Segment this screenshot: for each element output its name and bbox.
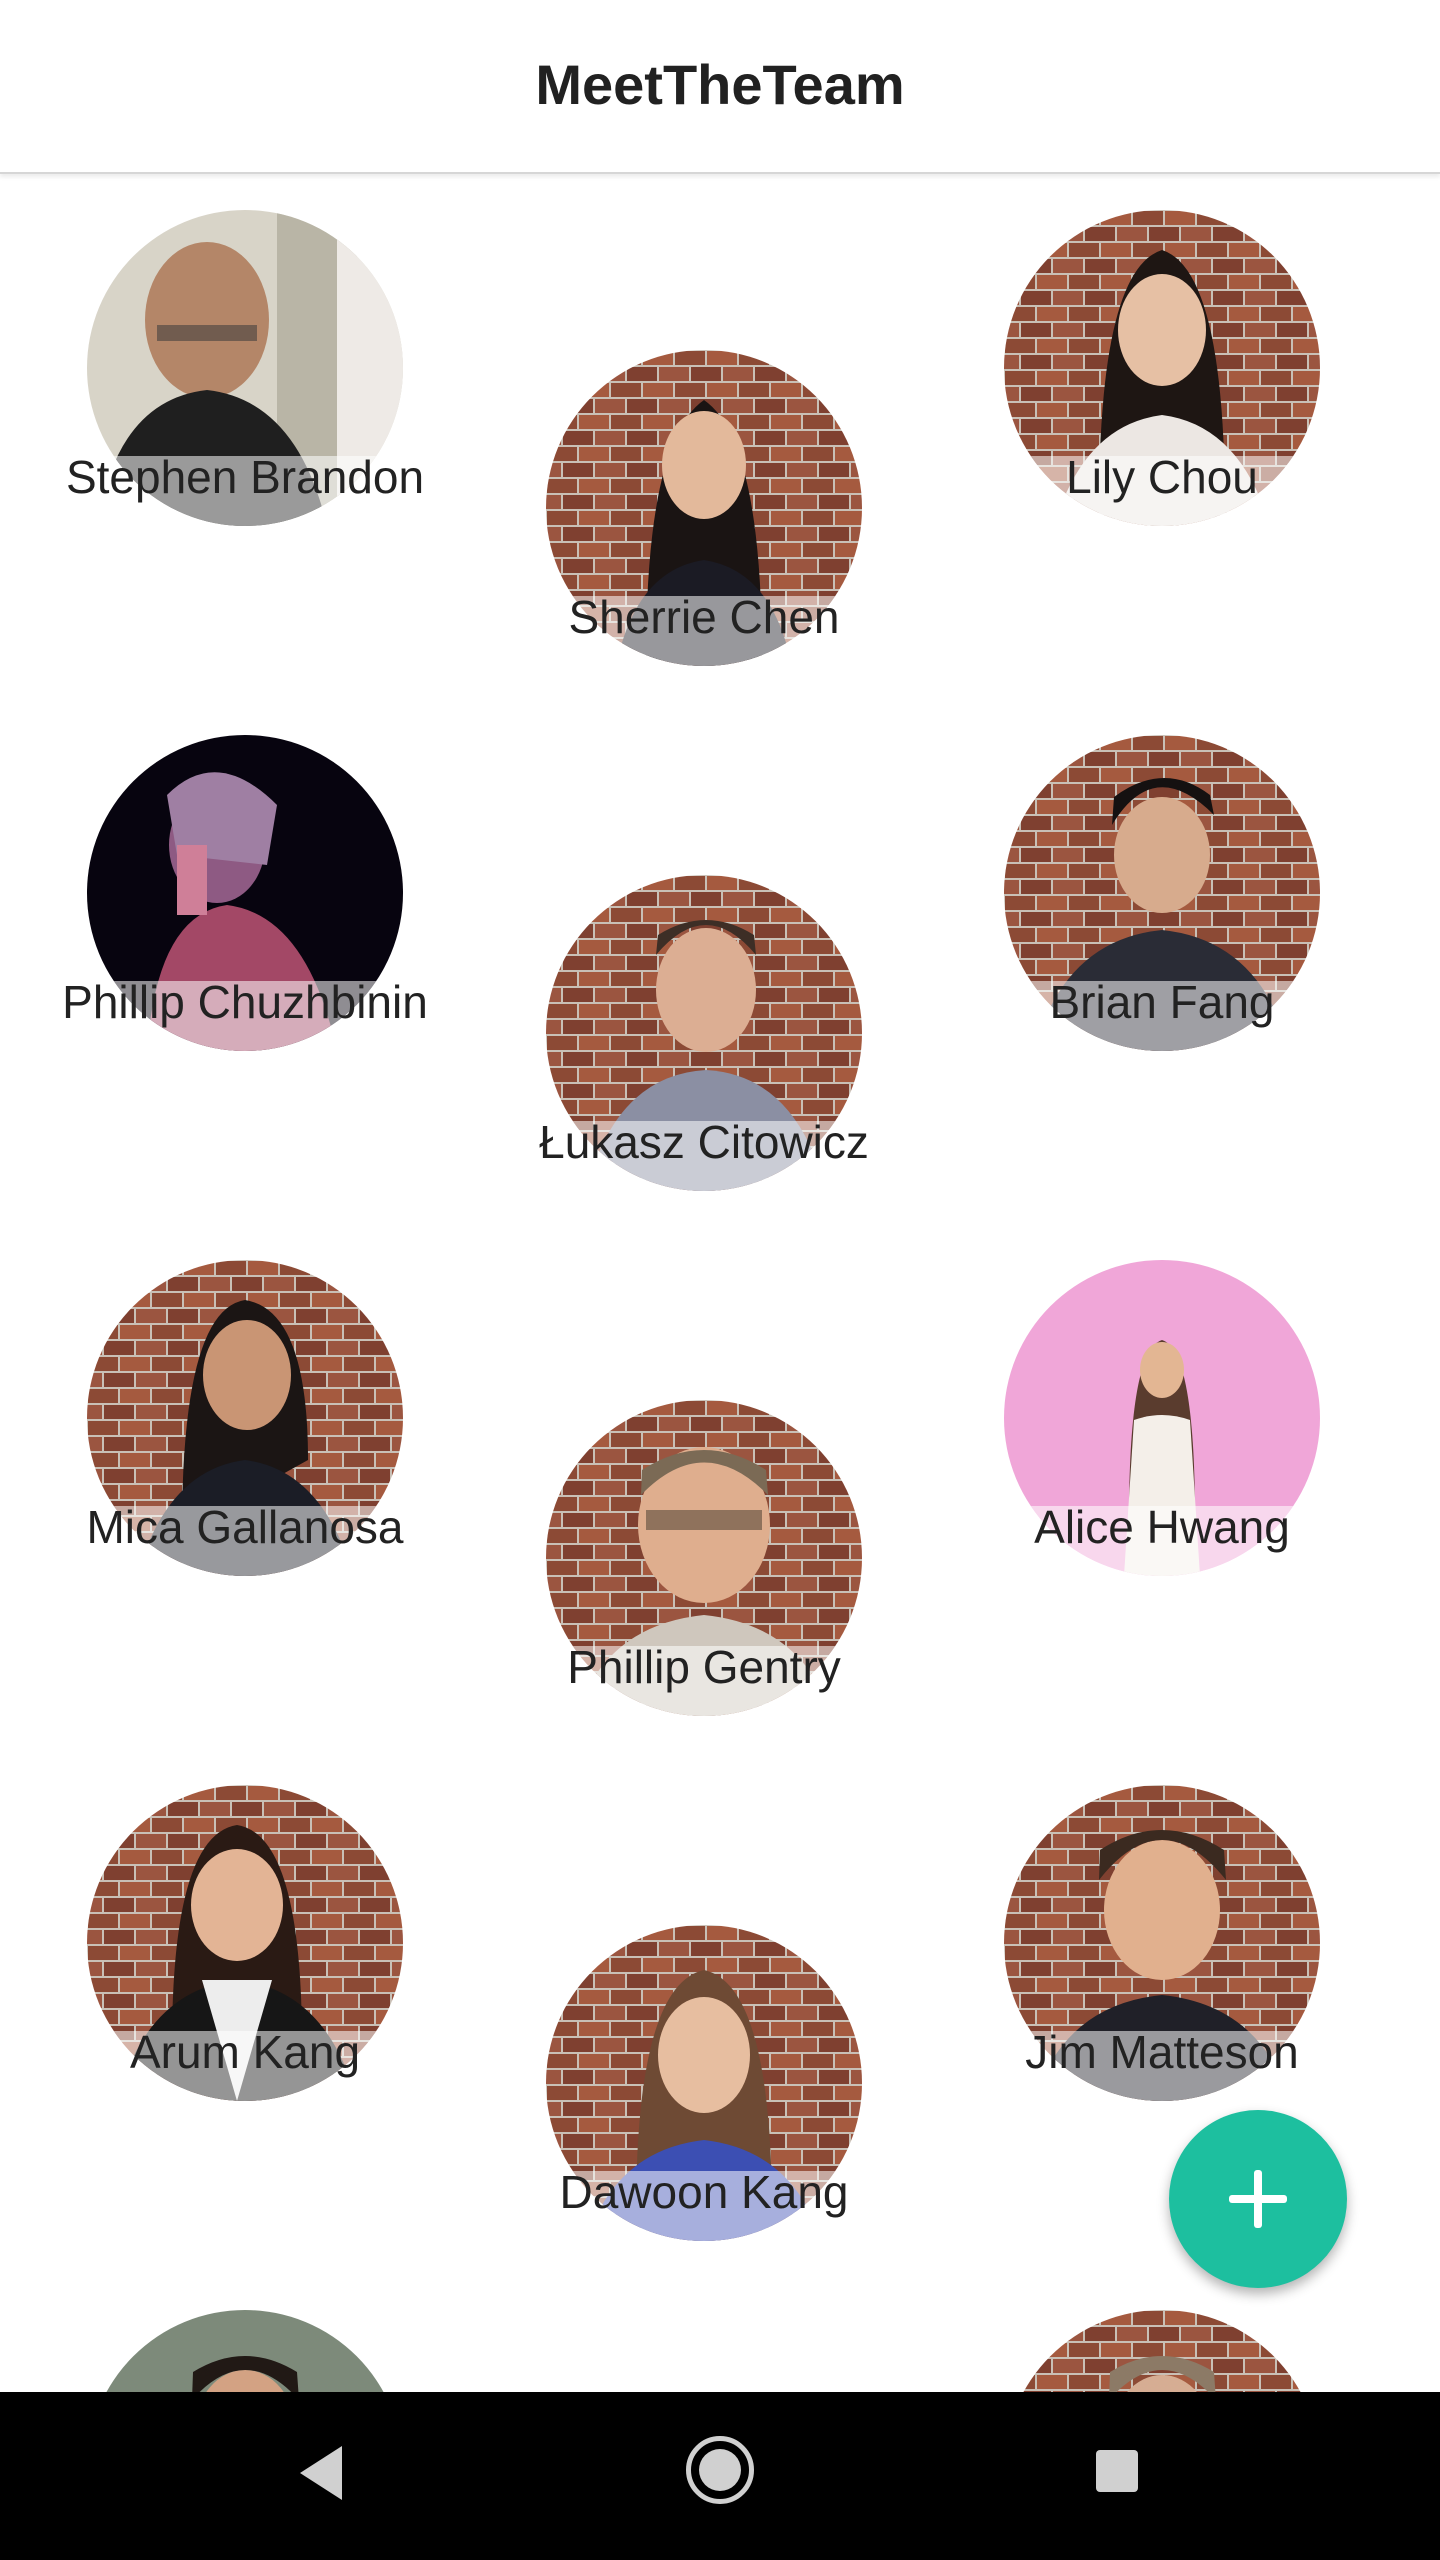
team-member-card[interactable]: Lily Chou xyxy=(1004,210,1320,526)
member-name: Alice Hwang xyxy=(1034,1501,1290,1553)
member-name: Phillip Gentry xyxy=(567,1641,841,1693)
team-member-card[interactable]: Sherrie Chen xyxy=(546,350,862,666)
member-name: Phillip Chuzhbinin xyxy=(62,976,428,1028)
app-bar: MeetTheTeam xyxy=(0,0,1440,174)
member-name: Lily Chou xyxy=(1066,451,1258,503)
team-member-card[interactable] xyxy=(1004,2310,1320,2392)
team-grid[interactable]: Stephen Brandon Sherrie Chen Lily Chou P… xyxy=(0,174,1440,2392)
member-name: Mica Gallanosa xyxy=(86,1501,404,1553)
add-member-button[interactable] xyxy=(1169,2110,1347,2288)
avatar xyxy=(1004,2310,1320,2392)
recents-square-icon[interactable] xyxy=(1096,2450,1138,2492)
team-member-card[interactable]: Alice Hwang xyxy=(1004,1260,1320,1576)
team-member-card[interactable]: Brian Fang xyxy=(1004,735,1320,1051)
team-member-card[interactable]: Jim Matteson xyxy=(1004,1785,1320,2101)
team-member-card[interactable]: Stephen Brandon xyxy=(66,210,424,526)
member-name: Dawoon Kang xyxy=(559,2166,849,2218)
app-title: MeetTheTeam xyxy=(535,53,905,116)
avatar xyxy=(87,2310,403,2392)
member-name: Stephen Brandon xyxy=(65,451,425,503)
team-member-card[interactable]: Łukasz Citowicz xyxy=(539,875,869,1191)
member-name: Sherrie Chen xyxy=(568,591,840,643)
system-navigation-bar xyxy=(0,2392,1440,2560)
member-name: Brian Fang xyxy=(1049,976,1275,1028)
team-member-card[interactable]: Mica Gallanosa xyxy=(86,1260,404,1576)
member-name: Jim Matteson xyxy=(1025,2026,1299,2078)
member-name: Arum Kang xyxy=(129,2026,361,2078)
team-member-card[interactable]: Arum Kang xyxy=(87,1785,403,2101)
member-photo xyxy=(1004,2310,1320,2392)
back-triangle-icon[interactable] xyxy=(300,2446,342,2500)
team-member-card[interactable]: Phillip Chuzhbinin xyxy=(62,735,428,1051)
team-member-card[interactable] xyxy=(87,2310,403,2392)
team-member-card[interactable]: Phillip Gentry xyxy=(546,1400,862,1716)
member-name: Łukasz Citowicz xyxy=(539,1116,869,1168)
home-circle-icon[interactable] xyxy=(686,2436,754,2504)
team-member-card[interactable]: Dawoon Kang xyxy=(546,1925,862,2241)
member-photo xyxy=(87,2310,403,2392)
